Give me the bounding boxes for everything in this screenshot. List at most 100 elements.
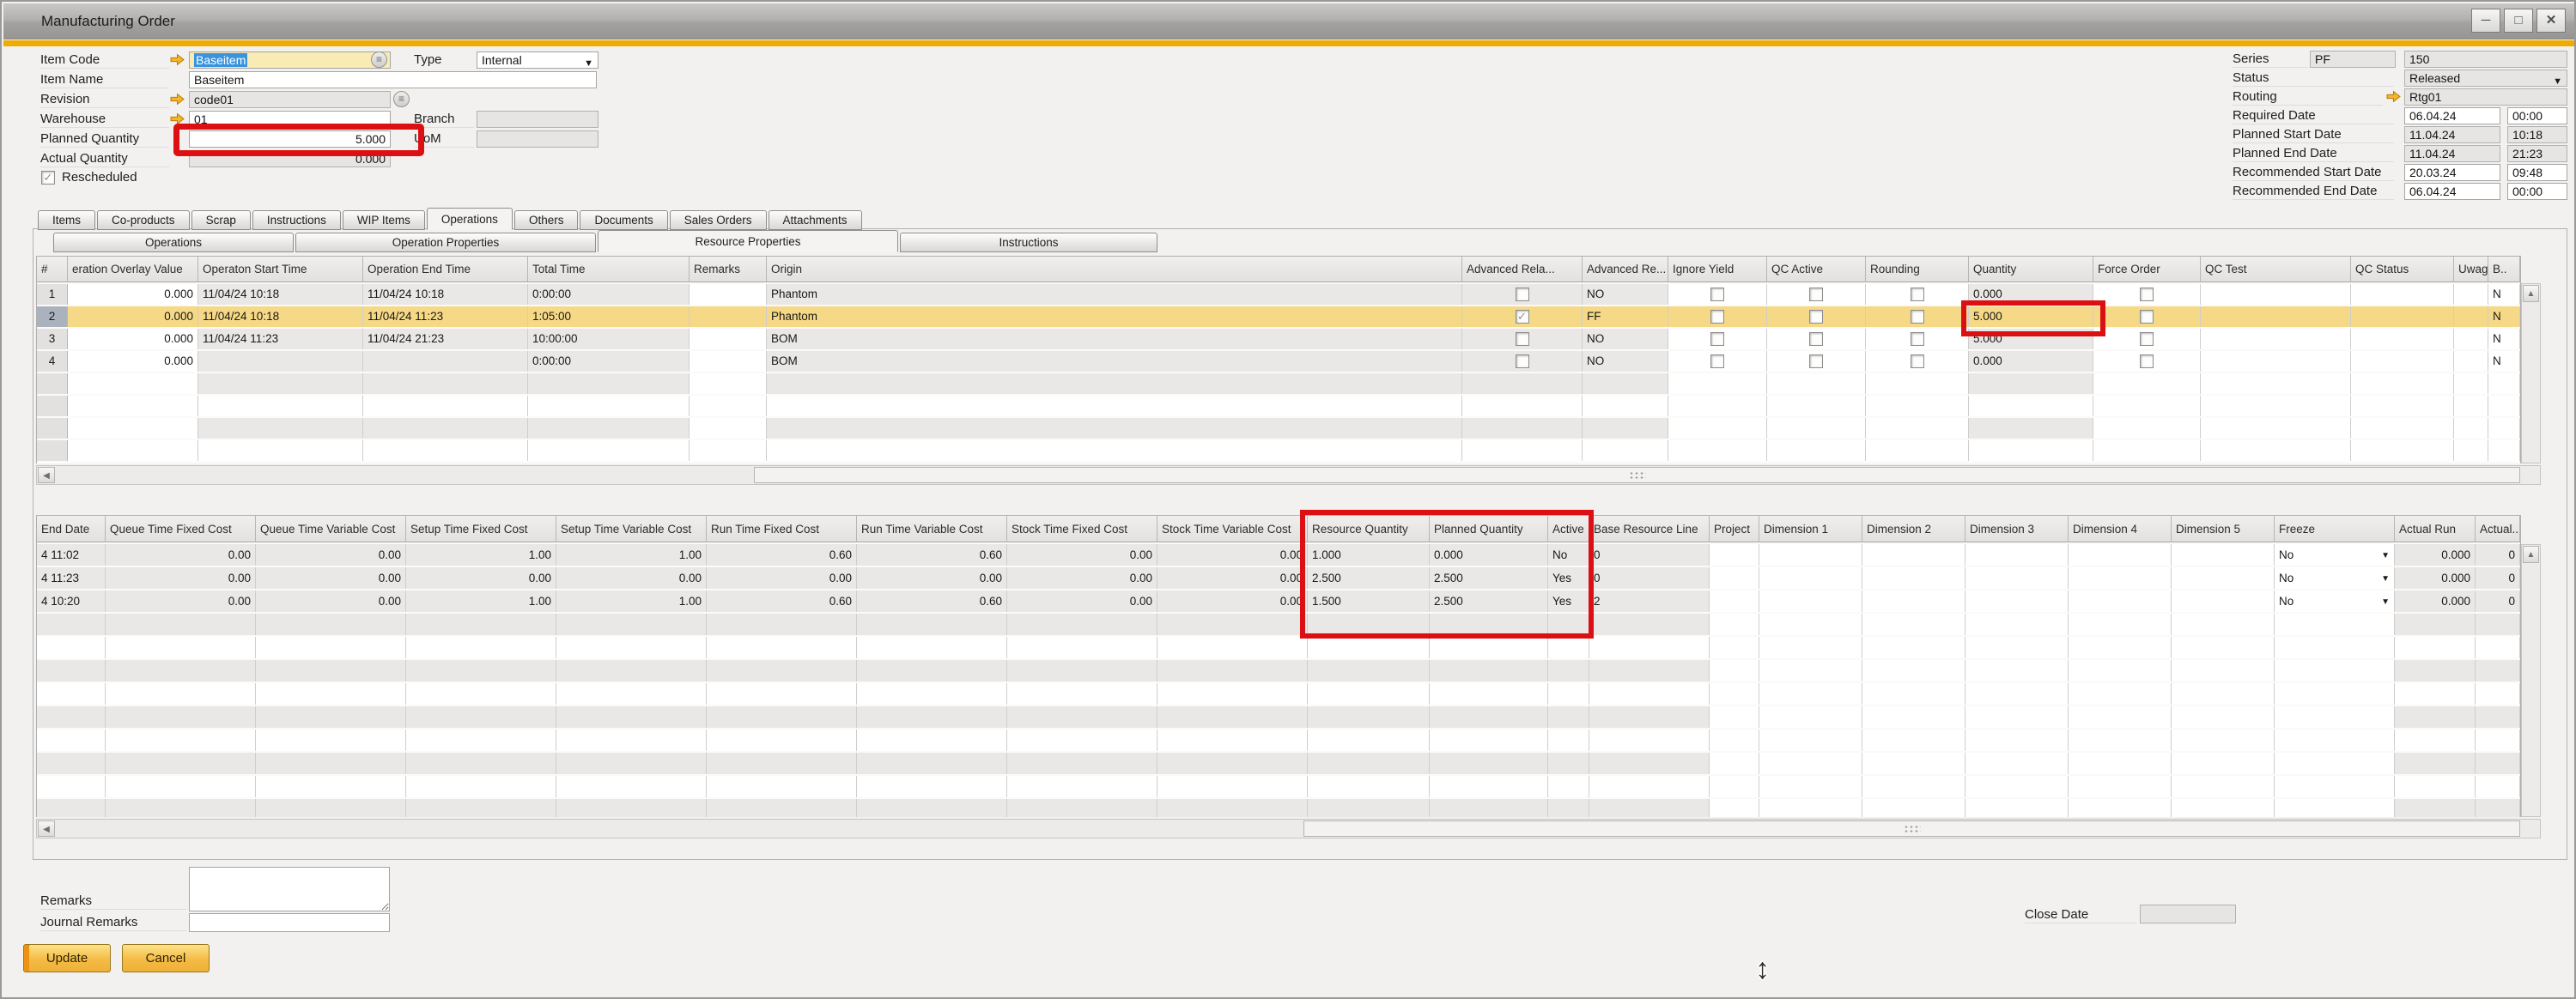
advanced-rela-checkbox[interactable]: [1516, 288, 1529, 301]
cell-dimension-4[interactable]: [2069, 590, 2172, 612]
tab-operation-properties[interactable]: Operation Properties: [295, 233, 596, 252]
force-order-checkbox[interactable]: [2140, 354, 2154, 368]
ignore-yield-checkbox[interactable]: [1710, 354, 1724, 368]
cell-dimension-1[interactable]: [1759, 567, 1862, 589]
operations-grid-vscrollbar[interactable]: ▲: [2521, 283, 2541, 463]
recommended-end-date-field[interactable]: 06.04.24: [2404, 183, 2500, 200]
close-icon[interactable]: ✕: [2537, 9, 2566, 33]
cell-qc-status[interactable]: [2351, 306, 2454, 327]
cell-dimension-3[interactable]: [1965, 544, 2069, 566]
scroll-left-icon[interactable]: ◀: [38, 467, 55, 483]
remarks-input[interactable]: [189, 867, 390, 911]
cell-dimension-1[interactable]: [1759, 590, 1862, 612]
tab-instructions[interactable]: Instructions: [900, 233, 1157, 252]
cell-project[interactable]: [1710, 567, 1759, 589]
ignore-yield-checkbox[interactable]: [1710, 288, 1724, 301]
cell-qc-status[interactable]: [2351, 351, 2454, 372]
tab-wip-items[interactable]: WIP Items: [343, 210, 425, 230]
qc-active-checkbox[interactable]: [1809, 288, 1823, 301]
cell-advanced-rela[interactable]: [1462, 306, 1583, 327]
cancel-button[interactable]: Cancel: [122, 944, 210, 972]
tab-resource-properties[interactable]: Resource Properties: [598, 230, 898, 252]
cell-ignore-yield[interactable]: [1668, 306, 1767, 327]
qc-active-checkbox[interactable]: [1809, 332, 1823, 346]
cell-uwagi2[interactable]: [2454, 284, 2488, 305]
qc-active-checkbox[interactable]: [1809, 354, 1823, 368]
cell-dimension-2[interactable]: [1862, 567, 1965, 589]
cell-force-order[interactable]: [2093, 306, 2201, 327]
cell-dimension-5[interactable]: [2172, 544, 2275, 566]
cell-remarks[interactable]: [690, 284, 767, 305]
cell-qc-test[interactable]: [2201, 351, 2351, 372]
advanced-rela-checkbox[interactable]: [1516, 310, 1529, 324]
cell-dimension-2[interactable]: [1862, 590, 1965, 612]
scroll-up-icon[interactable]: ▲: [2523, 546, 2539, 563]
cell-qc-active[interactable]: [1767, 329, 1866, 349]
minimize-icon[interactable]: ─: [2471, 9, 2500, 33]
tab-items[interactable]: Items: [38, 210, 95, 230]
cell-dimension-4[interactable]: [2069, 567, 2172, 589]
scrollbar-thumb[interactable]: [754, 467, 2520, 483]
tab-co-products[interactable]: Co-products: [97, 210, 190, 230]
cell-advanced-rela[interactable]: [1462, 284, 1583, 305]
cell-dimension-1[interactable]: [1759, 544, 1862, 566]
cell-ignore-yield[interactable]: [1668, 284, 1767, 305]
cell-rounding[interactable]: [1866, 284, 1969, 305]
link-arrow-icon[interactable]: [170, 53, 185, 66]
choose-from-list-icon[interactable]: ≡: [371, 51, 387, 68]
recommended-start-time-field[interactable]: 09:48: [2507, 164, 2567, 181]
ignore-yield-checkbox[interactable]: [1710, 332, 1724, 346]
cell-uwagi2[interactable]: [2454, 306, 2488, 327]
item-name-field[interactable]: Baseitem: [189, 71, 597, 88]
cell-advanced-rela[interactable]: [1462, 329, 1583, 349]
cell-dimension-2[interactable]: [1862, 544, 1965, 566]
qc-active-checkbox[interactable]: [1809, 310, 1823, 324]
tab-documents[interactable]: Documents: [580, 210, 667, 230]
cell-b[interactable]: N: [2488, 284, 2520, 305]
cell-project[interactable]: [1710, 544, 1759, 566]
cell-qc-active[interactable]: [1767, 351, 1866, 372]
cell-uwagi2[interactable]: [2454, 351, 2488, 372]
cell-dimension-3[interactable]: [1965, 590, 2069, 612]
rounding-checkbox[interactable]: [1911, 332, 1924, 346]
tab-scrap[interactable]: Scrap: [191, 210, 251, 230]
cell-dimension-5[interactable]: [2172, 567, 2275, 589]
force-order-checkbox[interactable]: [2140, 332, 2154, 346]
cell-dimension-4[interactable]: [2069, 544, 2172, 566]
cell-project[interactable]: [1710, 590, 1759, 612]
cell-uwagi2[interactable]: [2454, 329, 2488, 349]
advanced-rela-checkbox[interactable]: [1516, 354, 1529, 368]
cell-rounding[interactable]: [1866, 351, 1969, 372]
cell-b[interactable]: N: [2488, 351, 2520, 372]
tab-instructions[interactable]: Instructions: [252, 210, 341, 230]
cell-rounding[interactable]: [1866, 329, 1969, 349]
recommended-start-date-field[interactable]: 20.03.24: [2404, 164, 2500, 181]
cell-freeze[interactable]: No▼: [2275, 544, 2395, 566]
cell-qc-status[interactable]: [2351, 284, 2454, 305]
cell-freeze[interactable]: No▼: [2275, 567, 2395, 589]
cell-rounding[interactable]: [1866, 306, 1969, 327]
cell-b[interactable]: N: [2488, 329, 2520, 349]
resources-grid-vscrollbar[interactable]: ▲: [2521, 544, 2541, 817]
force-order-checkbox[interactable]: [2140, 310, 2154, 324]
cell-remarks[interactable]: [690, 351, 767, 372]
cell-eration-overlay-value[interactable]: 0.000: [68, 351, 198, 372]
row-number[interactable]: 2: [37, 306, 68, 327]
link-arrow-icon[interactable]: [2386, 90, 2401, 103]
scroll-left-icon[interactable]: ◀: [38, 820, 55, 837]
cell-qc-test[interactable]: [2201, 284, 2351, 305]
cell-b[interactable]: N: [2488, 306, 2520, 327]
cell-force-order[interactable]: [2093, 284, 2201, 305]
cell-remarks[interactable]: [690, 306, 767, 327]
rounding-checkbox[interactable]: [1911, 354, 1924, 368]
row-number[interactable]: 3: [37, 329, 68, 349]
cell-eration-overlay-value[interactable]: 0.000: [68, 284, 198, 305]
cell-remarks[interactable]: [690, 329, 767, 349]
row-number[interactable]: 4: [37, 351, 68, 372]
choose-from-list-icon[interactable]: ≡: [393, 91, 410, 107]
cell-force-order[interactable]: [2093, 329, 2201, 349]
ignore-yield-checkbox[interactable]: [1710, 310, 1724, 324]
cell-qc-status[interactable]: [2351, 329, 2454, 349]
maximize-icon[interactable]: □: [2504, 9, 2533, 33]
cell-qc-test[interactable]: [2201, 306, 2351, 327]
